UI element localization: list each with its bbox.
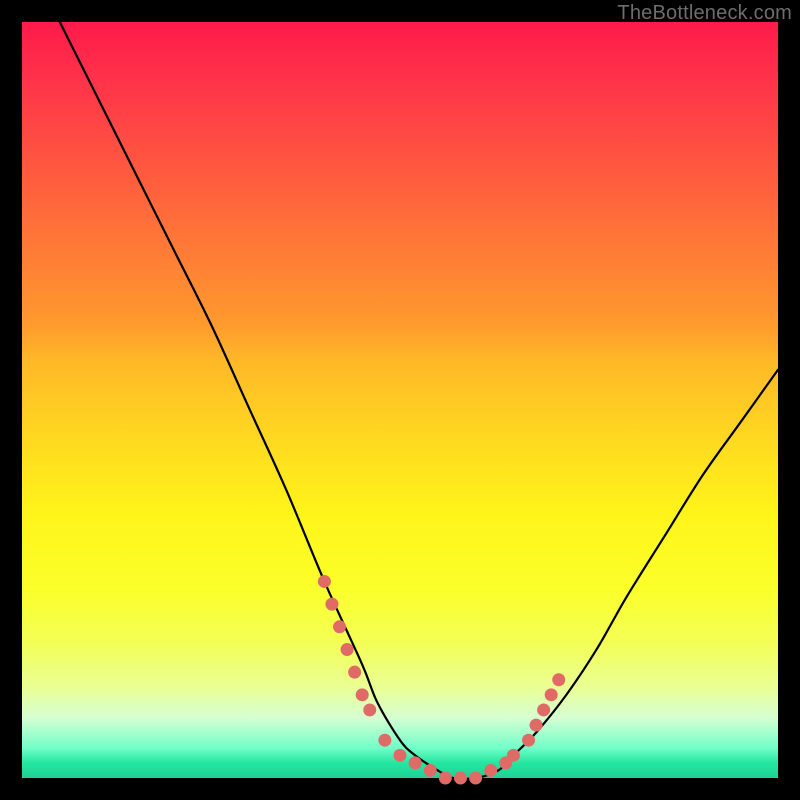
highlight-dot [333,620,346,633]
highlight-dot [348,666,361,679]
watermark-text: TheBottleneck.com [617,2,792,25]
highlight-dot [454,772,467,785]
highlight-dot [424,764,437,777]
highlight-dot [439,772,452,785]
highlight-dot [530,719,543,732]
highlight-dots [318,575,565,785]
highlight-dot [484,764,497,777]
highlight-dot [507,749,520,762]
highlight-dot [325,598,338,611]
highlight-dot [469,772,482,785]
highlight-dot [318,575,331,588]
chart-area [22,22,778,778]
highlight-dot [363,703,376,716]
highlight-dot [356,688,369,701]
highlight-dot [522,734,535,747]
highlight-dot [545,688,558,701]
highlight-dot [378,734,391,747]
highlight-dot [552,673,565,686]
highlight-dot [537,703,550,716]
plot-svg [22,22,778,778]
highlight-dot [394,749,407,762]
highlight-dot [341,643,354,656]
bottleneck-curve [60,22,778,779]
highlight-dot [409,756,422,769]
